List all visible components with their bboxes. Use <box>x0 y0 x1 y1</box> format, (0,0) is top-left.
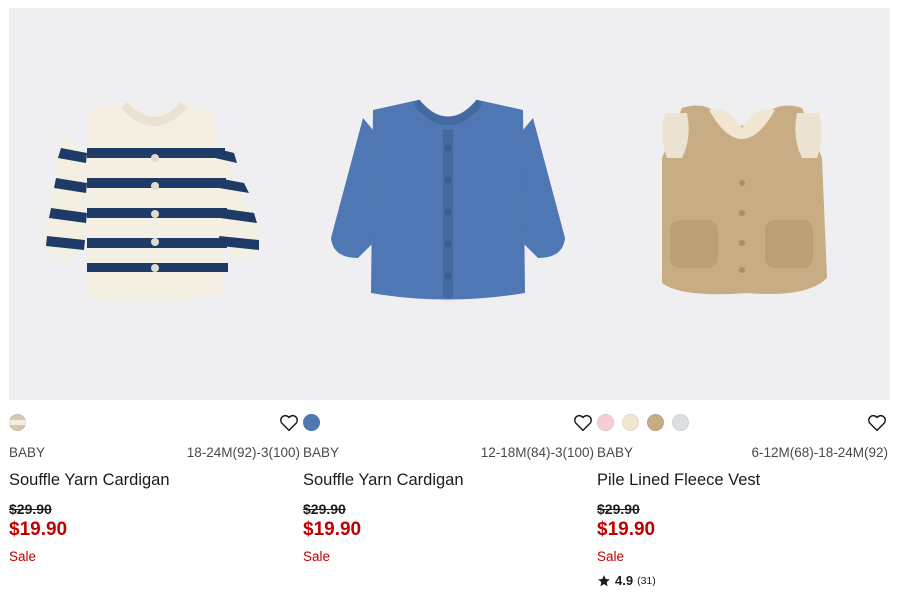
product-name[interactable]: Souffle Yarn Cardigan <box>9 471 170 490</box>
color-swatch[interactable] <box>647 414 664 431</box>
product-card[interactable]: BABY 6-12M(68)-18-24M(92) Pile Lined Fle… <box>597 8 891 607</box>
original-price: $29.90 <box>9 501 52 517</box>
color-swatch[interactable] <box>303 414 320 431</box>
product-meta: BABY 6-12M(68)-18-24M(92) <box>597 445 888 460</box>
product-name[interactable]: Pile Lined Fleece Vest <box>597 471 760 490</box>
color-swatches <box>597 414 689 434</box>
product-image-striped-cardigan[interactable] <box>9 8 303 400</box>
product-sizes: 18-24M(92)-3(100) <box>186 445 300 460</box>
product-category: BABY <box>9 445 46 460</box>
color-swatches <box>9 414 26 434</box>
product-sizes: 6-12M(68)-18-24M(92) <box>751 445 888 460</box>
product-meta: BABY 12-18M(84)-3(100) <box>303 445 594 460</box>
original-price: $29.90 <box>303 501 346 517</box>
product-image-fleece-vest[interactable] <box>597 8 891 400</box>
color-swatch[interactable] <box>622 414 639 431</box>
product-rating: 4.9 (31) <box>597 573 656 588</box>
heart-icon[interactable] <box>278 412 300 434</box>
review-count: (31) <box>637 574 656 587</box>
product-category: BABY <box>303 445 340 460</box>
product-image-blue-cardigan[interactable] <box>303 8 597 400</box>
color-swatch[interactable] <box>597 414 614 431</box>
sale-price: $19.90 <box>597 519 656 540</box>
sale-flag: Sale <box>9 549 37 564</box>
original-price: $29.90 <box>597 501 640 517</box>
sale-price: $19.90 <box>9 519 68 540</box>
product-category: BABY <box>597 445 634 460</box>
heart-icon[interactable] <box>572 412 594 434</box>
color-swatch[interactable] <box>9 414 26 431</box>
sale-flag: Sale <box>597 549 625 564</box>
sale-flag: Sale <box>303 549 331 564</box>
star-icon <box>598 574 610 586</box>
product-card[interactable]: BABY 12-18M(84)-3(100) Souffle Yarn Card… <box>303 8 597 607</box>
product-card[interactable]: BABY 18-24M(92)-3(100) Souffle Yarn Card… <box>9 8 303 607</box>
product-sizes: 12-18M(84)-3(100) <box>480 445 594 460</box>
product-name[interactable]: Souffle Yarn Cardigan <box>303 471 464 490</box>
color-swatch[interactable] <box>672 414 689 431</box>
product-meta: BABY 18-24M(92)-3(100) <box>9 445 300 460</box>
sale-price: $19.90 <box>303 519 362 540</box>
rating-value: 4.9 <box>615 573 634 588</box>
heart-icon[interactable] <box>866 412 888 434</box>
color-swatches <box>303 414 320 434</box>
